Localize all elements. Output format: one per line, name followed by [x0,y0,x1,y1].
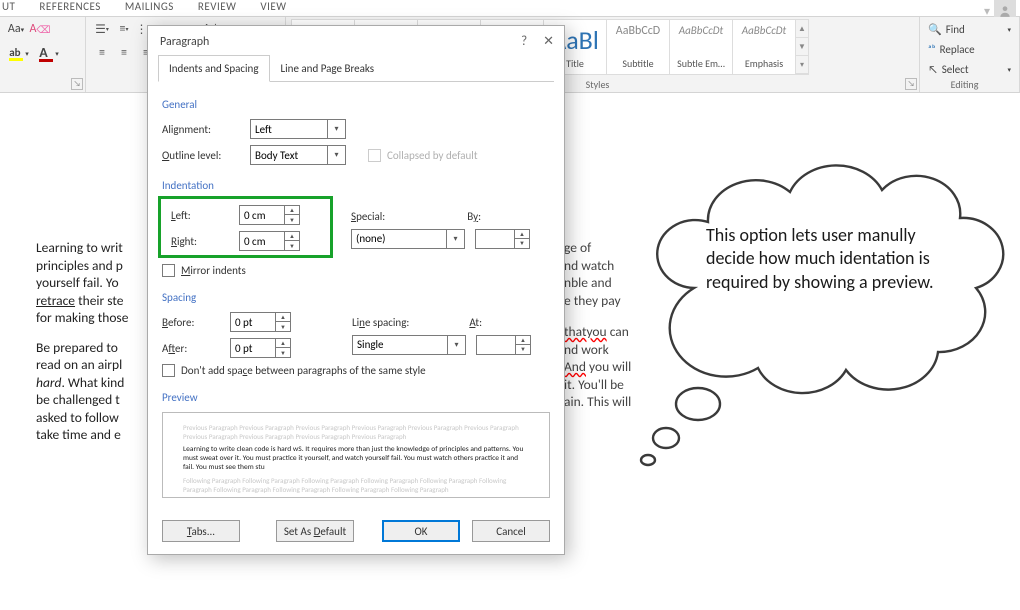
by-input[interactable]: ▲▼ [475,229,530,249]
callout-cloud: This option lets user manully decide how… [634,128,1014,468]
section-general: General [162,98,550,111]
mirror-indents-checkbox[interactable]: Mirror indents [162,264,550,277]
chevron-down-icon: ▾ [448,335,466,355]
indent-left-input[interactable]: ▲▼ [239,205,300,225]
search-icon: 🔍 [928,23,942,36]
chevron-down-icon: ▾ [447,229,465,249]
ribbon-tab[interactable]: UT [2,0,15,13]
close-icon[interactable]: ✕ [543,34,554,49]
find-button[interactable]: 🔍Find▾ [926,19,1013,39]
after-label: After: [162,342,220,355]
style-item[interactable]: AaBbCcDtSubtle Em… [669,19,733,75]
cursor-icon: ↖ [928,63,938,76]
preview-pane: Previous Paragraph Previous Paragraph Pr… [162,412,550,498]
number-list-icon[interactable]: ≡▾ [114,19,134,39]
callout-text: This option lets user manully decide how… [706,224,962,294]
clear-format-icon[interactable]: A⌫ [30,19,50,39]
dialog-launcher-icon[interactable]: ↘ [71,78,83,90]
align-center-icon[interactable]: ≡ [114,43,134,63]
group-label: Editing [920,78,1009,91]
dialog-launcher-icon[interactable]: ↘ [905,78,917,90]
indent-right-input[interactable]: ▲▼ [239,231,300,251]
help-icon[interactable]: ? [521,34,527,49]
section-spacing: Spacing [162,291,550,304]
section-preview: Preview [162,391,550,404]
style-item[interactable]: AaBbCcDtEmphasis [732,19,796,75]
after-input[interactable]: ▲▼ [230,338,291,358]
gallery-scroll[interactable]: ▲▼▾ [795,19,809,75]
font-group: Aa▾ A⌫ ab▾ A▾ ↘ [0,17,86,92]
style-item[interactable]: AaBbCcDSubtitle [606,19,670,75]
before-label: Before: [162,316,220,329]
tab-line-page-breaks[interactable]: Line and Page Breaks [270,55,386,82]
tabs-button[interactable]: Tabs... [162,520,240,542]
replace-button[interactable]: ᵃᵇReplace [926,39,1013,59]
before-input[interactable]: ▲▼ [230,312,291,332]
font-color-button[interactable]: A▾ [36,43,62,63]
indent-right-label: Right: [171,235,229,248]
indent-left-label: Left: [171,209,229,222]
change-case-icon[interactable]: Aa▾ [6,19,26,39]
chevron-down-icon: ▾ [328,145,346,165]
at-label: At: [469,316,482,329]
at-input[interactable]: ▲▼ [476,335,531,355]
by-label: By: [467,210,481,223]
alignment-select[interactable]: ▾ [250,119,346,139]
ribbon-tab[interactable]: MAILINGS [125,0,174,13]
highlight-color-button[interactable]: ab▾ [6,43,32,63]
alignment-label: Alignment: [162,123,240,136]
ok-button[interactable]: OK [382,520,460,542]
line-spacing-select[interactable]: ▾ [352,335,466,355]
ribbon-tab[interactable]: VIEW [260,0,286,13]
dialog-title: Paragraph [160,35,209,49]
editing-group: 🔍Find▾ ᵃᵇReplace ↖Select▾ Editing [920,17,1020,92]
section-indentation: Indentation [162,179,550,192]
cancel-button[interactable]: Cancel [472,520,550,542]
tab-indents-spacing[interactable]: Indents and Spacing [158,55,270,82]
ribbon-tabs: UT REFERENCES MAILINGS REVIEW VIEW [0,0,1020,16]
ribbon-tab[interactable]: REFERENCES [39,0,100,13]
bullet-list-icon[interactable]: ☰▾ [92,19,112,39]
select-button[interactable]: ↖Select▾ [926,59,1013,79]
chevron-down-icon: ▾ [328,119,346,139]
ribbon-tab[interactable]: REVIEW [198,0,237,13]
special-select[interactable]: ▾ [351,229,465,249]
collapsed-checkbox: Collapsed by default [368,149,478,162]
set-default-button[interactable]: Set As Default [276,520,354,542]
dialog-tabs: Indents and Spacing Line and Page Breaks [158,55,554,82]
align-left-icon[interactable]: ≡ [92,43,112,63]
line-spacing-label: Line spacing: [352,316,409,329]
outline-label: Outline level: [162,149,240,162]
dont-add-space-checkbox[interactable]: Don't add space between paragraphs of th… [162,364,550,377]
outline-select[interactable]: ▾ [250,145,346,165]
special-label: Special: [351,210,385,223]
paragraph-dialog: Paragraph ? ✕ Indents and Spacing Line a… [147,25,565,555]
replace-icon: ᵃᵇ [928,43,936,56]
indentation-highlight: Left: ▲▼ Right: ▲▼ [158,196,333,258]
